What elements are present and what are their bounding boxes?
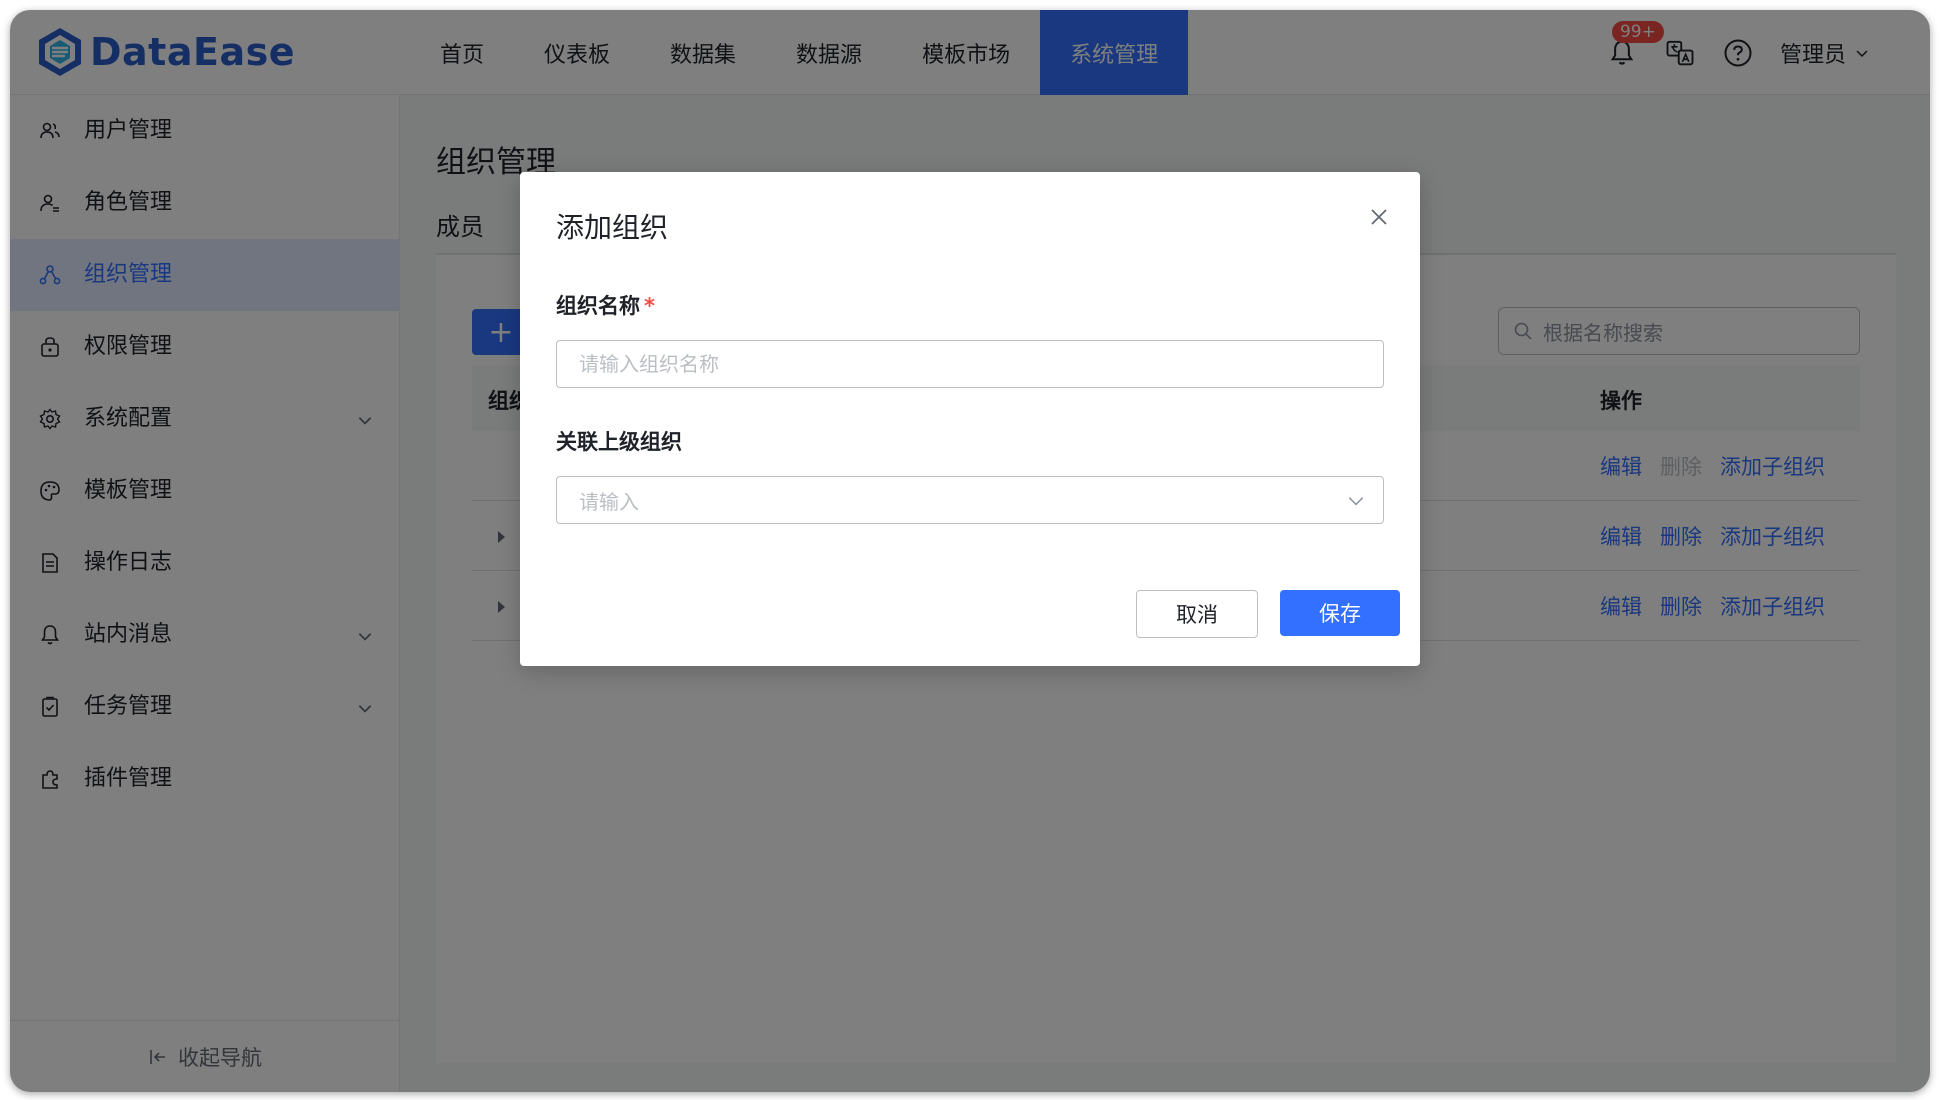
org-name-label-text: 组织名称 bbox=[556, 294, 640, 318]
cancel-button[interactable]: 取消 bbox=[1136, 590, 1258, 638]
required-mark: * bbox=[644, 294, 655, 318]
app-window: DataEase 首页 仪表板 数据集 数据源 模板市场 系统管理 99+ bbox=[10, 10, 1930, 1092]
close-icon[interactable] bbox=[1368, 206, 1390, 228]
parent-org-select[interactable]: 请输入 bbox=[556, 476, 1384, 524]
save-button[interactable]: 保存 bbox=[1280, 590, 1400, 636]
parent-org-label: 关联上级组织 bbox=[556, 430, 682, 454]
chevron-down-icon bbox=[1348, 497, 1364, 506]
add-org-dialog: 添加组织 组织名称* 关联上级组织 请输入 取消 保存 bbox=[520, 172, 1420, 666]
org-name-input[interactable] bbox=[556, 340, 1384, 388]
dialog-title: 添加组织 bbox=[556, 211, 669, 244]
parent-org-placeholder: 请输入 bbox=[579, 489, 639, 514]
org-name-label: 组织名称 * bbox=[556, 290, 655, 320]
